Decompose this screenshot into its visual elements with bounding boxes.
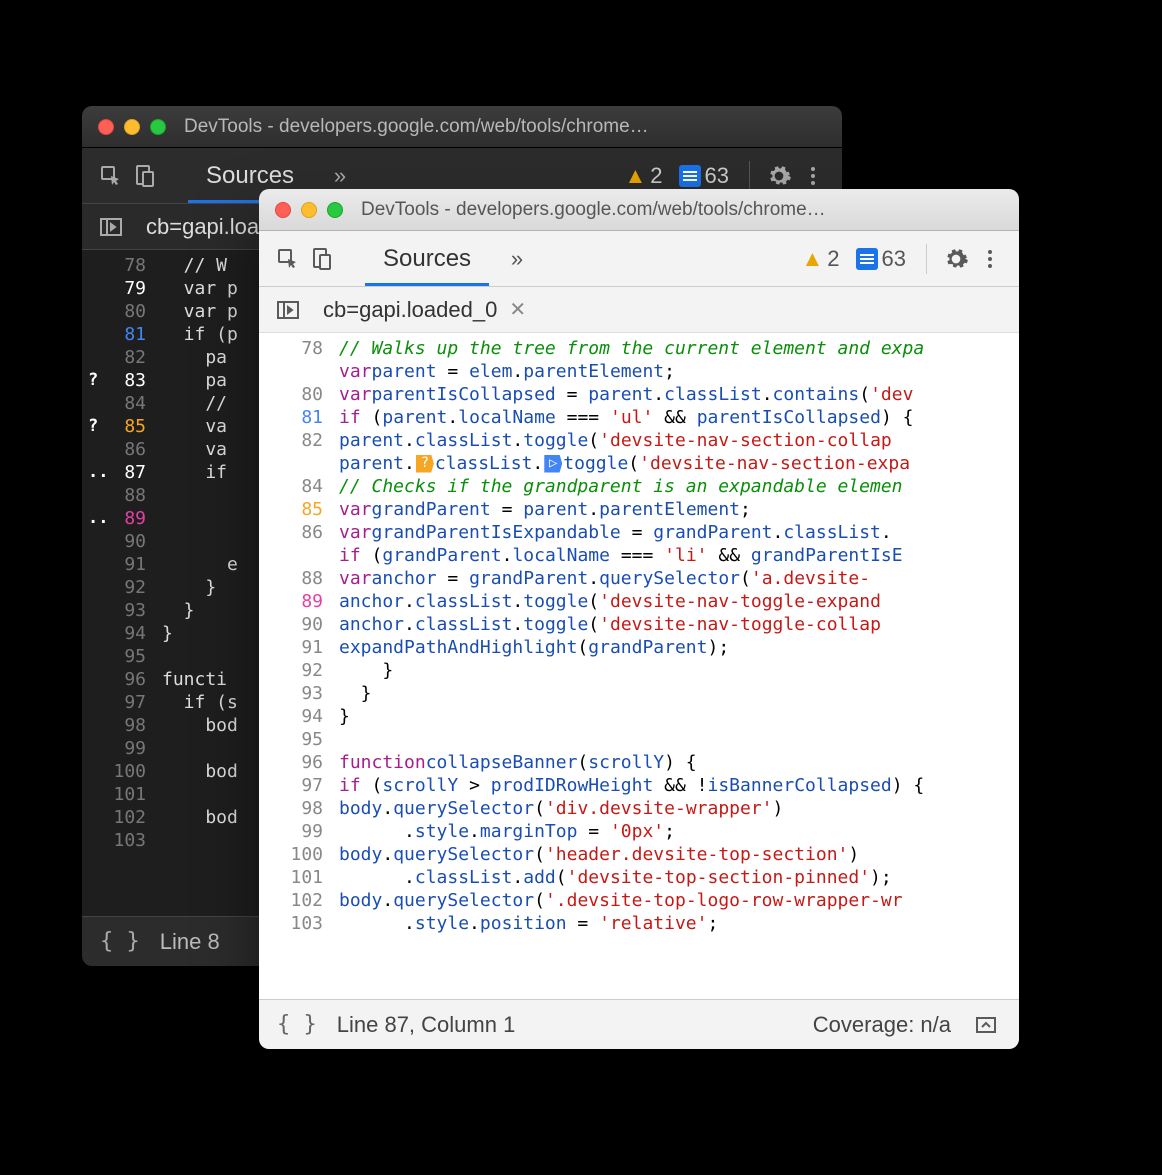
cursor-position: Line 8 (160, 929, 220, 955)
kebab-menu-icon[interactable] (798, 161, 828, 191)
titlebar[interactable]: DevTools - developers.google.com/web/too… (82, 106, 842, 148)
kebab-menu-icon[interactable] (975, 244, 1005, 274)
more-panels-chevron-icon[interactable]: » (326, 162, 354, 190)
drawer-toggle-icon[interactable] (971, 1010, 1001, 1040)
close-traffic-light[interactable] (275, 202, 291, 218)
warnings-badge[interactable]: ▲2 (795, 246, 845, 272)
more-panels-chevron-icon[interactable]: » (503, 245, 531, 273)
minimize-traffic-light[interactable] (124, 119, 140, 135)
zoom-traffic-light[interactable] (327, 202, 343, 218)
device-toggle-icon[interactable] (307, 244, 337, 274)
file-tab-strip: cb=gapi.loaded_0✕ (259, 287, 1019, 333)
cursor-position: Line 87, Column 1 (337, 1012, 516, 1038)
pretty-print-icon[interactable]: { } (277, 1012, 317, 1037)
panel-tab-sources[interactable]: Sources (365, 231, 489, 286)
messages-badge[interactable]: 63 (850, 246, 912, 272)
zoom-traffic-light[interactable] (150, 119, 166, 135)
inspect-icon[interactable] (273, 244, 303, 274)
minimize-traffic-light[interactable] (301, 202, 317, 218)
coverage-status: Coverage: n/a (813, 1012, 951, 1038)
main-toolbar: Sources » ▲2 63 (259, 231, 1019, 287)
window-title: DevTools - developers.google.com/web/too… (361, 199, 1003, 221)
close-tab-icon[interactable]: ✕ (509, 297, 526, 322)
status-bar: { } Line 87, Column 1 Coverage: n/a (259, 999, 1019, 1049)
divider (749, 161, 750, 191)
gear-icon[interactable] (764, 161, 794, 191)
close-traffic-light[interactable] (98, 119, 114, 135)
device-toggle-icon[interactable] (130, 161, 160, 191)
debugger-sidebar-toggle-icon[interactable] (273, 295, 303, 325)
pretty-print-icon[interactable]: { } (100, 929, 140, 954)
file-tab[interactable]: cb=gapi.loaded_0✕ (323, 297, 526, 323)
titlebar[interactable]: DevTools - developers.google.com/web/too… (259, 189, 1019, 231)
debugger-sidebar-toggle-icon[interactable] (96, 212, 126, 242)
inspect-icon[interactable] (96, 161, 126, 191)
code-editor[interactable]: 7879808182838485868788899091929394959697… (259, 333, 1019, 999)
divider (926, 244, 927, 274)
warnings-badge[interactable]: ▲2 (618, 163, 668, 189)
messages-badge[interactable]: 63 (673, 163, 735, 189)
devtools-light-window: DevTools - developers.google.com/web/too… (259, 189, 1019, 1049)
gear-icon[interactable] (941, 244, 971, 274)
window-title: DevTools - developers.google.com/web/too… (184, 116, 826, 138)
